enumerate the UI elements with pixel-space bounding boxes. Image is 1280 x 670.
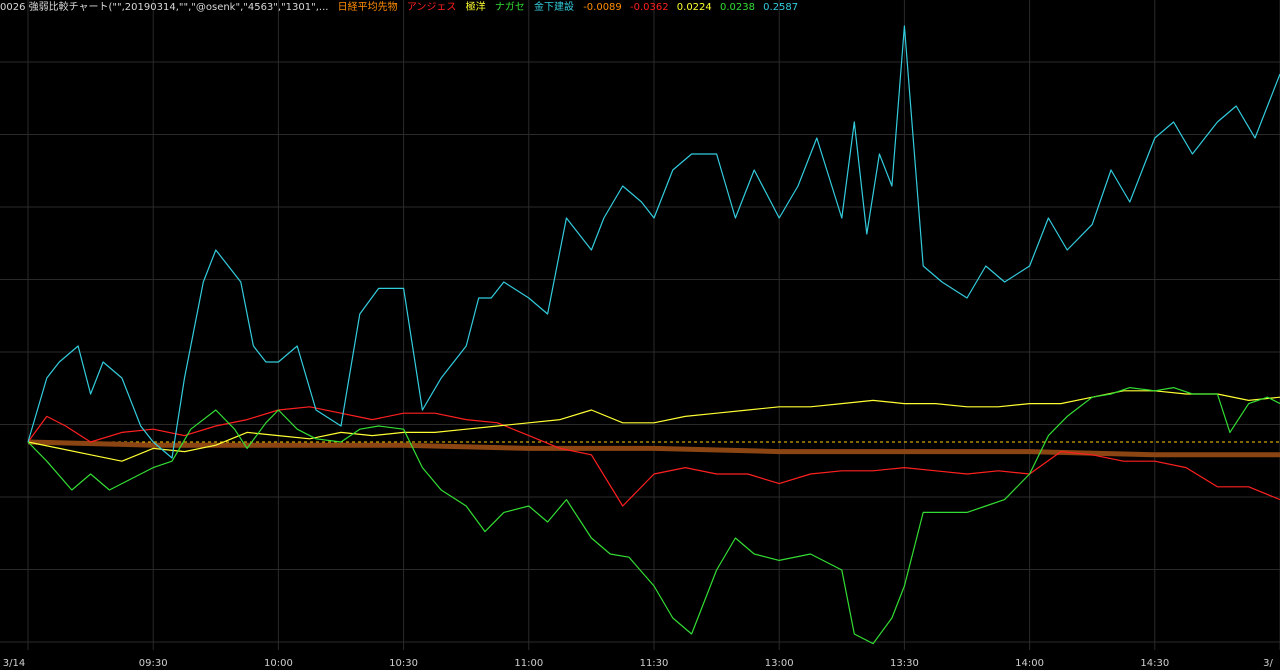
x-tick-label: 3/	[1263, 658, 1273, 669]
x-tick-label: 14:30	[1140, 658, 1169, 669]
x-tick-label: 13:30	[890, 658, 919, 669]
x-tick-label: 11:00	[514, 658, 543, 669]
legend-label-kyokuyo: 極洋	[465, 2, 486, 13]
chart-title: 0026 強弱比較チャート("",20190314,"","@osenk","4…	[0, 2, 329, 13]
legend-value-anges: -0.0362	[629, 2, 669, 13]
legend-label-nagase: ナガセ	[494, 2, 525, 13]
legend-label-kaneshita: 金下建設	[534, 2, 574, 13]
x-tick-label: 11:30	[640, 658, 669, 669]
x-axis-tick-labels: 3/14 09:30 10:00 10:30 11:00 11:30 13:00 13:30 1…	[3, 658, 1274, 669]
x-tick-label: 09:30	[139, 658, 168, 669]
x-tick-label: 13:00	[765, 658, 794, 669]
legend-value-kaneshita: 0.2587	[763, 2, 799, 13]
x-tick-label: 14:00	[1015, 658, 1044, 669]
x-tick-label: 10:30	[389, 658, 418, 669]
legend-label-nikkei-futures: 日経平均先物	[337, 2, 398, 13]
x-tick-label: 3/14	[3, 658, 25, 669]
grid-lines	[0, 0, 1280, 650]
legend-value-nikkei-futures: -0.0089	[583, 2, 622, 13]
chart-header: 0026 強弱比較チャート("",20190314,"","@osenk","4…	[0, 0, 803, 16]
legend-value-kyokuyo: 0.0224	[676, 2, 712, 13]
comparison-line-chart: 3/14 09:30 10:00 10:30 11:00 11:30 13:00 13:30 1…	[0, 0, 1280, 669]
x-tick-label: 10:00	[264, 658, 293, 669]
legend-value-nagase: 0.0238	[719, 2, 755, 13]
legend-label-anges: アンジェス	[406, 2, 457, 13]
